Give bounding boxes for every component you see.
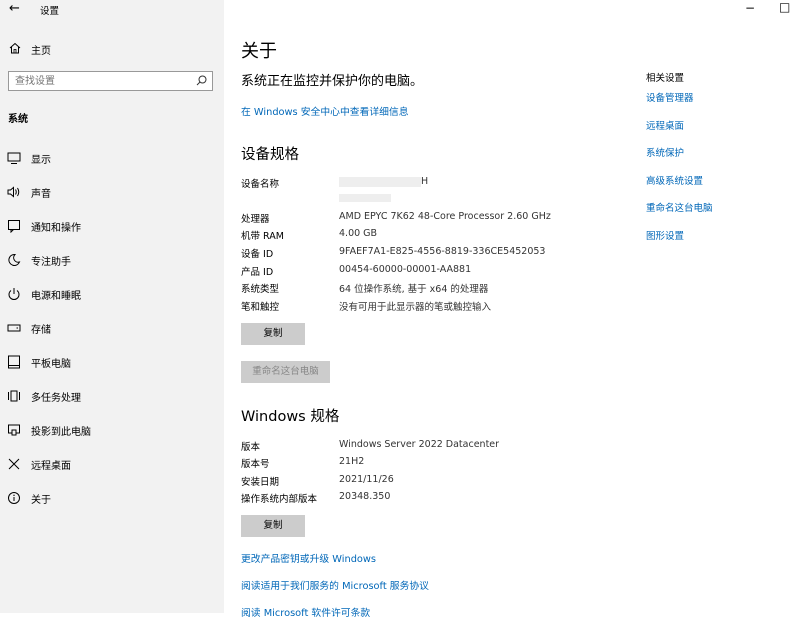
sidebar-item-multitasking[interactable]: 多任务处理: [0, 384, 224, 418]
spec-value: Windows Server 2022 Datacenter: [339, 439, 500, 450]
remote-desktop-link[interactable]: 远程桌面: [646, 118, 786, 146]
sidebar-item-focus-assist[interactable]: 专注助手: [0, 248, 224, 282]
security-center-link[interactable]: 在 Windows 安全中心中查看详细信息: [241, 104, 409, 118]
sidebar-section-title: 系统: [8, 114, 28, 125]
sidebar-item-label: 通知和操作: [31, 223, 81, 234]
device-manager-link[interactable]: 设备管理器: [646, 90, 786, 118]
page-title: 关于: [241, 41, 277, 62]
spec-key: 安装日期: [241, 477, 280, 488]
license-terms-link[interactable]: 阅读 Microsoft 软件许可条款: [241, 605, 370, 619]
system-protection-link[interactable]: 系统保护: [646, 145, 786, 173]
spec-key: 产品 ID: [241, 267, 274, 278]
remote-icon: [8, 458, 20, 470]
sidebar-item-label: 主页: [31, 46, 51, 57]
spec-key: 系统类型: [241, 284, 280, 295]
home-icon: [9, 42, 21, 54]
sidebar-item-tablet[interactable]: 平板电脑: [0, 350, 224, 384]
spec-key: 笔和触控: [241, 302, 280, 313]
spec-value: 00454-60000-00001-AA881: [339, 264, 472, 275]
copy-device-specs-button[interactable]: 复制: [241, 323, 305, 345]
sidebar-item-storage[interactable]: 存储: [0, 316, 224, 350]
spec-value: 4.00 GB: [339, 228, 378, 239]
spec-value: 20348.350: [339, 491, 391, 502]
sidebar-item-label: 显示: [31, 155, 51, 166]
sidebar-item-label: 存储: [31, 325, 51, 336]
sidebar: ← 设置 主页 系统 显示 声音: [0, 0, 224, 613]
tablet-icon: [8, 355, 20, 369]
search-icon[interactable]: [196, 75, 207, 86]
sidebar-item-label: 关于: [31, 495, 51, 506]
spec-key: 设备名称: [241, 179, 280, 190]
sidebar-item-label: 多任务处理: [31, 393, 81, 404]
sidebar-item-power-sleep[interactable]: 电源和睡眠: [0, 282, 224, 316]
spec-value: 没有可用于此显示器的笔或触控输入: [339, 302, 492, 313]
multitask-icon: [8, 390, 20, 402]
info-icon: [8, 492, 20, 504]
sidebar-item-label: 专注助手: [31, 257, 71, 268]
sidebar-item-label: 声音: [31, 189, 51, 200]
spec-value: AMD EPYC 7K62 48-Core Processor 2.60 GHz: [339, 211, 551, 222]
device-specs-header: 设备规格: [241, 147, 299, 163]
sidebar-item-remote-desktop[interactable]: 远程桌面: [0, 452, 224, 486]
spec-value: 64 位操作系统, 基于 x64 的处理器: [339, 284, 489, 295]
spec-key: 版本: [241, 442, 261, 453]
project-icon: [8, 424, 20, 436]
spec-key: 处理器: [241, 214, 270, 225]
sidebar-item-about[interactable]: 关于: [0, 486, 224, 520]
title-bar: ← 设置: [0, 0, 224, 20]
sidebar-item-label: 平板电脑: [31, 359, 71, 370]
rename-pc-link[interactable]: 重命名这台电脑: [646, 200, 786, 228]
windows-specs-header: Windows 规格: [241, 409, 340, 425]
sidebar-item-project[interactable]: 投影到此电脑: [0, 418, 224, 452]
spec-value: 2021/11/26: [339, 474, 394, 485]
speaker-icon: [7, 186, 20, 198]
related-settings: 相关设置 设备管理器 远程桌面 系统保护 高级系统设置 重命名这台电脑 图形设置: [646, 70, 786, 256]
moon-icon: [8, 253, 21, 266]
sidebar-item-label: 投影到此电脑: [31, 427, 91, 438]
change-product-key-link[interactable]: 更改产品密钥或升级 Windows: [241, 551, 376, 565]
sidebar-item-notifications[interactable]: 通知和操作: [0, 214, 224, 248]
related-settings-header: 相关设置: [646, 73, 685, 84]
sidebar-nav: 显示 声音 通知和操作 专注助手 电源和睡眠 存储 平板电脑 多任务处理 投影到…: [0, 146, 224, 520]
maximize-button[interactable]: □: [779, 0, 790, 14]
power-icon: [8, 288, 20, 300]
copy-windows-specs-button[interactable]: 复制: [241, 515, 305, 537]
storage-icon: [7, 324, 21, 332]
sidebar-item-display[interactable]: 显示: [0, 146, 224, 180]
search-input[interactable]: [15, 74, 190, 89]
notification-icon: [8, 220, 20, 233]
service-agreement-link[interactable]: 阅读适用于我们服务的 Microsoft 服务协议: [241, 578, 429, 592]
advanced-system-settings-link[interactable]: 高级系统设置: [646, 173, 786, 201]
spec-key: 机带 RAM: [241, 231, 284, 242]
security-status: 系统正在监控并保护你的电脑。: [241, 74, 424, 89]
redacted-block: [339, 194, 391, 202]
spec-value: 21H2: [339, 456, 365, 467]
redacted-block: [339, 177, 421, 187]
spec-key: 版本号: [241, 459, 270, 470]
search-box[interactable]: [8, 71, 213, 91]
monitor-icon: [7, 152, 21, 164]
spec-key: 设备 ID: [241, 249, 274, 260]
sidebar-item-home[interactable]: 主页: [0, 38, 224, 60]
back-button[interactable]: ←: [9, 1, 20, 16]
graphics-settings-link[interactable]: 图形设置: [646, 228, 786, 256]
rename-pc-button[interactable]: 重命名这台电脑: [241, 361, 330, 383]
sidebar-item-label: 电源和睡眠: [31, 291, 81, 302]
app-title: 设置: [40, 6, 60, 17]
main-content: 关于 系统正在监控并保护你的电脑。 在 Windows 安全中心中查看详细信息 …: [224, 0, 800, 619]
minimize-button[interactable]: −: [745, 1, 755, 15]
spec-key: 操作系统内部版本: [241, 494, 318, 505]
sidebar-item-sound[interactable]: 声音: [0, 180, 224, 214]
spec-value: 9FAEF7A1-E825-4556-8819-336CE5452053: [339, 246, 546, 257]
sidebar-item-label: 远程桌面: [31, 461, 71, 472]
spec-value: H: [421, 176, 429, 187]
